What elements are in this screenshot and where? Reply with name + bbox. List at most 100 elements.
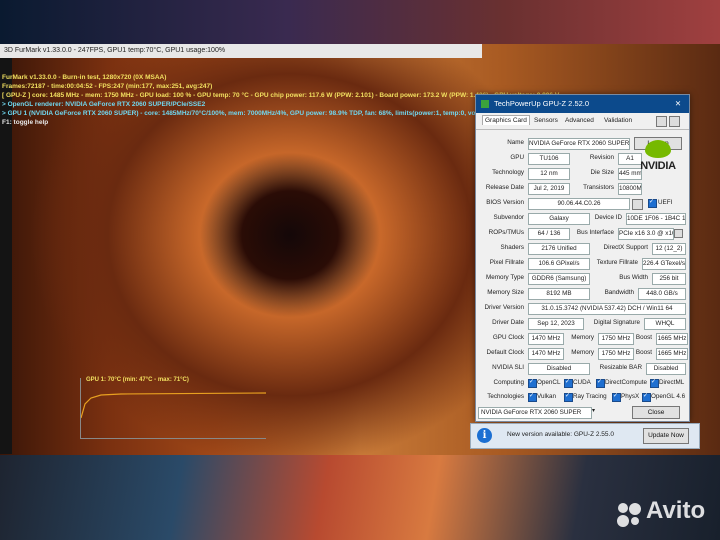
label-device-id: Device ID (594, 214, 622, 221)
value-gpu-boost[interactable]: 1665 MHz (656, 333, 688, 345)
label-uefi: UEFI (658, 199, 673, 206)
value-directx[interactable]: 12 (12_2) (652, 243, 686, 255)
label-memory-type: Memory Type (485, 274, 524, 281)
tab-validation[interactable]: Validation (604, 117, 632, 124)
ray-tracing-checkbox[interactable] (564, 392, 573, 402)
value-name[interactable]: NVIDIA GeForce RTX 2060 SUPER (528, 138, 630, 150)
value-memory-size[interactable]: 8192 MB (528, 288, 590, 300)
row-memory-size: Memory Size 8192 MB Bandwidth 448.0 GB/s (476, 286, 689, 300)
directml-checkbox[interactable] (650, 378, 659, 388)
nvidia-logo-text: NVIDIA (640, 160, 676, 172)
value-bus-interface[interactable]: PCIe x16 3.0 @ x16 3.0 (618, 228, 674, 240)
label-gpu-clock: GPU Clock (492, 334, 524, 341)
label-release-date: Release Date (485, 184, 524, 191)
value-driver-version[interactable]: 31.0.15.3742 (NVIDIA 537.42) DCH / Win11… (528, 303, 686, 315)
value-bios[interactable]: 90.06.44.C0.26 (528, 198, 630, 210)
row-release-date: Release Date Jul 2, 2019 Transistors 108… (476, 181, 689, 195)
label-default-memory-clock: Memory (571, 349, 594, 356)
label-revision: Revision (589, 154, 614, 161)
share-icon[interactable] (632, 199, 643, 210)
label-technologies: Technologies (487, 393, 524, 400)
tab-graphics-card[interactable]: Graphics Card (482, 115, 530, 125)
row-bios: BIOS Version 90.06.44.C0.26 UEFI (476, 196, 689, 210)
label-bus-width: Bus Width (619, 274, 648, 281)
value-gpu[interactable]: TU106 (528, 153, 570, 165)
value-driver-date[interactable]: Sep 12, 2023 (528, 318, 584, 330)
furmark-window-title[interactable]: 3D FurMark v1.33.0.0 - 247FPS, GPU1 temp… (0, 44, 482, 58)
chevron-down-icon[interactable]: ▾ (592, 407, 595, 414)
update-notification-text: New version available: GPU-Z 2.55.0 (507, 431, 614, 438)
gpu-temp-graph-label: GPU 1: 70°C (min: 47°C - max: 71°C) (86, 377, 189, 383)
value-shaders[interactable]: 2176 Unified (528, 243, 590, 255)
camera-icon[interactable] (656, 116, 667, 127)
opencl-checkbox[interactable] (528, 378, 537, 388)
help-icon[interactable] (674, 229, 683, 238)
label-resizable-bar: Resizable BAR (599, 364, 642, 371)
row-subvendor: Subvendor Galaxy Device ID 10DE 1F06 - 1… (476, 211, 689, 225)
vulkan-checkbox[interactable] (528, 392, 537, 402)
tab-advanced[interactable]: Advanced (565, 117, 594, 124)
close-button[interactable]: Close (632, 406, 680, 419)
label-driver-date: Driver Date (492, 319, 524, 326)
label-die-size: Die Size (590, 169, 614, 176)
furmark-info-line: FurMark v1.33.0.0 - Burn-in test, 1280x7… (2, 74, 167, 81)
value-memory-type[interactable]: GDDR6 (Samsung) (528, 273, 590, 285)
label-subvendor: Subvendor (493, 214, 524, 221)
label-transistors: Transistors (583, 184, 614, 191)
label-name: Name (507, 139, 524, 146)
gpuz-titlebar[interactable]: TechPowerUp GPU-Z 2.52.0 ✕ (476, 95, 689, 113)
nvidia-eye-icon (645, 140, 671, 158)
physx-checkbox[interactable] (612, 392, 621, 402)
row-gpu-clock: GPU Clock 1470 MHz Memory 1750 MHz Boost… (476, 331, 689, 345)
value-digital-signature[interactable]: WHQL (644, 318, 686, 330)
label-bios: BIOS Version (486, 199, 524, 206)
update-now-button[interactable]: Update Now (643, 428, 689, 444)
value-rops[interactable]: 64 / 136 (528, 228, 570, 240)
gpuz-app-icon (481, 100, 489, 108)
value-nvidia-sli[interactable]: Disabled (528, 363, 590, 375)
value-release-date[interactable]: Jul 2, 2019 (528, 183, 570, 195)
value-texture-fillrate[interactable]: 226.4 GTexel/s (642, 258, 686, 270)
value-gpu-memory-clock[interactable]: 1750 MHz (598, 333, 634, 345)
value-transistors[interactable]: 10800M (618, 183, 642, 195)
value-default-memory-clock[interactable]: 1750 MHz (598, 348, 634, 360)
label-nvidia-sli: NVIDIA SLI (492, 364, 524, 371)
row-footer: NVIDIA GeForce RTX 2060 SUPER ▾ Close (476, 405, 689, 419)
ray-tracing-label: Ray Tracing (573, 393, 607, 400)
menu-icon[interactable] (669, 116, 680, 127)
row-fillrate: Pixel Fillrate 106.6 GPixel/s Texture Fi… (476, 256, 689, 270)
row-default-clock: Default Clock 1470 MHz Memory 1750 MHz B… (476, 346, 689, 360)
tab-sensors[interactable]: Sensors (534, 117, 558, 124)
cuda-label: CUDA (573, 379, 591, 386)
furmark-info-line: > GPU 1 (NVIDIA GeForce RTX 2060 SUPER) … (2, 110, 506, 117)
screen-bottom-edge (0, 455, 720, 540)
directcompute-checkbox[interactable] (596, 378, 605, 388)
label-digital-signature: Digital Signature (593, 319, 640, 326)
cuda-checkbox[interactable] (564, 378, 573, 388)
close-icon[interactable]: ✕ (671, 95, 685, 113)
gpu-temp-graph (80, 378, 266, 439)
gpuz-title: TechPowerUp GPU-Z 2.52.0 (494, 99, 590, 108)
row-rops: ROPs/TMUs 64 / 136 Bus Interface PCIe x1… (476, 226, 689, 240)
opengl-checkbox[interactable] (642, 392, 651, 402)
value-default-clock[interactable]: 1470 MHz (528, 348, 564, 360)
value-resizable-bar[interactable]: Disabled (646, 363, 686, 375)
label-default-boost: Boost (635, 349, 652, 356)
furmark-info-line: F1: toggle help (2, 119, 49, 126)
value-technology[interactable]: 12 nm (528, 168, 570, 180)
value-subvendor[interactable]: Galaxy (528, 213, 590, 225)
uefi-checkbox[interactable] (648, 198, 657, 208)
value-bus-width[interactable]: 256 bit (652, 273, 686, 285)
value-gpu-clock[interactable]: 1470 MHz (528, 333, 564, 345)
value-device-id[interactable]: 10DE 1F06 - 1B4C 13A3 (626, 213, 686, 225)
vulkan-label: Vulkan (537, 393, 557, 400)
gpu-temp-line (81, 392, 266, 419)
value-default-boost[interactable]: 1665 MHz (656, 348, 688, 360)
label-texture-fillrate: Texture Fillrate (596, 259, 638, 266)
gpu-select-dropdown[interactable]: NVIDIA GeForce RTX 2060 SUPER (478, 407, 592, 419)
gpuz-tabs: Graphics Card Sensors Advanced Validatio… (476, 113, 689, 130)
value-pixel-fillrate[interactable]: 106.6 GPixel/s (528, 258, 590, 270)
gpuz-window: TechPowerUp GPU-Z 2.52.0 ✕ Graphics Card… (475, 94, 690, 422)
value-bandwidth[interactable]: 448.0 GB/s (638, 288, 686, 300)
label-rops: ROPs/TMUs (488, 229, 524, 236)
